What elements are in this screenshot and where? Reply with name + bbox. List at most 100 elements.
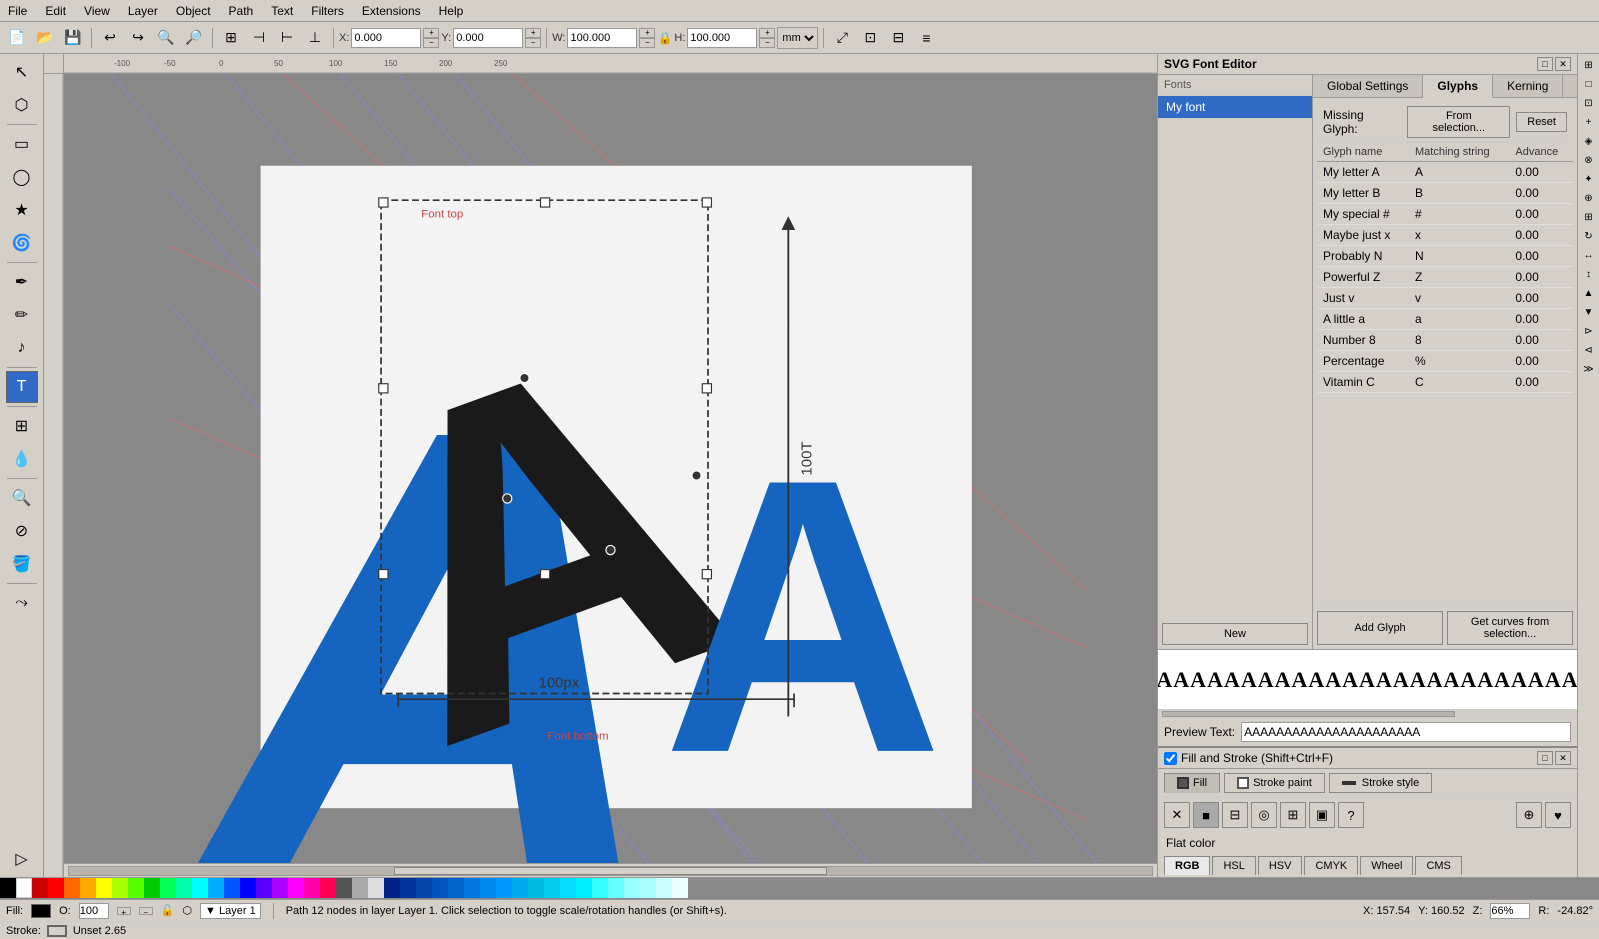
marker-btn1[interactable]: ⊕ [1516,802,1542,828]
raise-btn[interactable]: ▲ [1580,284,1598,302]
fs-stroke-paint-tab[interactable]: Stroke paint [1224,773,1325,793]
table-row[interactable]: Powerful Z Z 0.00 [1317,267,1573,288]
fs-checkbox[interactable] [1164,752,1177,765]
fs-close-btn[interactable]: ✕ [1555,751,1571,765]
preview-scrollbar[interactable] [1158,709,1577,717]
pen-tool[interactable]: ✒ [6,266,38,298]
canvas-svg[interactable]: A A A [64,74,1157,877]
cms-tab[interactable]: CMS [1415,856,1461,875]
radial-grad-btn[interactable]: ◎ [1251,802,1277,828]
layers-btn[interactable]: ≡ [913,25,939,51]
h-up[interactable]: + [759,28,775,38]
swatch-b12[interactable] [560,878,576,898]
table-row[interactable]: Probably N N 0.00 [1317,246,1573,267]
swatch-pink[interactable] [320,878,336,898]
snap-btn[interactable]: ⊞ [218,25,244,51]
pencil-tool[interactable]: ✏ [6,299,38,331]
swatch-b8[interactable] [496,878,512,898]
menu-extensions[interactable]: Extensions [354,2,429,20]
menu-file[interactable]: File [0,2,35,20]
snap-grid-btn[interactable]: + [1580,113,1598,131]
add-glyph-btn[interactable]: Add Glyph [1317,611,1443,645]
swatch-lightgray[interactable] [368,878,384,898]
menu-text[interactable]: Text [263,2,301,20]
swatch-b6[interactable] [464,878,480,898]
text-tool[interactable]: T [6,371,38,403]
snap-path-btn[interactable]: ⊗ [1580,151,1598,169]
w-input[interactable] [567,28,637,48]
scroll-track[interactable] [68,866,1153,876]
hsl-tab[interactable]: HSL [1212,856,1255,875]
swatch-b5[interactable] [448,878,464,898]
zoom-input[interactable] [1490,903,1530,919]
h-input[interactable] [687,28,757,48]
swatch-orange[interactable] [64,878,80,898]
get-curves-btn[interactable]: Get curves from selection... [1447,611,1573,645]
unknown-btn[interactable]: ? [1338,802,1364,828]
swatch-c4[interactable] [624,878,640,898]
star-tool[interactable]: ★ [6,194,38,226]
wheel-tab[interactable]: Wheel [1360,856,1413,875]
w-up[interactable]: + [639,28,655,38]
h-down[interactable]: − [759,38,775,48]
eraser-tool[interactable]: ⊘ [6,515,38,547]
lower-btn[interactable]: ▼ [1580,303,1598,321]
scroll-thumb[interactable] [394,867,827,875]
swatch-yellowgreen[interactable] [112,878,128,898]
hsv-tab[interactable]: HSV [1258,856,1303,875]
fe-new-font-btn[interactable]: New [1162,623,1308,645]
cmyk-tab[interactable]: CMYK [1304,856,1358,875]
swatch-yellow1[interactable] [80,878,96,898]
opacity-down[interactable]: − [139,907,153,915]
swatch-magenta1[interactable] [288,878,304,898]
table-row[interactable]: Percentage % 0.00 [1317,351,1573,372]
tab-glyphs[interactable]: Glyphs [1423,75,1493,98]
rotate-btn[interactable]: ↻ [1580,227,1598,245]
swatch-c7[interactable] [672,878,688,898]
swatch-white[interactable] [16,878,32,898]
font-item-myfont[interactable]: My font [1158,96,1312,118]
snap-center-btn[interactable]: ⊕ [1580,189,1598,207]
swatch-b10[interactable] [528,878,544,898]
rgb-tab[interactable]: RGB [1164,856,1210,875]
y-input[interactable] [453,28,523,48]
menu-help[interactable]: Help [431,2,472,20]
swatch-c6[interactable] [656,878,672,898]
align-btn[interactable]: ⊥ [302,25,328,51]
table-row[interactable]: A little a a 0.00 [1317,309,1573,330]
spiral-tool[interactable]: 🌀 [6,227,38,259]
swatch-blue1[interactable] [224,878,240,898]
zoom-in-btn[interactable]: 🔍 [153,25,179,51]
circle-tool[interactable]: ◯ [6,161,38,193]
xml-btn[interactable]: ⊟ [885,25,911,51]
swatch-purple1[interactable] [256,878,272,898]
from-selection-btn[interactable]: From selection... [1407,106,1510,138]
swatch-b7[interactable] [480,878,496,898]
fs-fill-tab[interactable]: Fill [1164,773,1220,793]
swatch-b4[interactable] [432,878,448,898]
menu-layer[interactable]: Layer [120,2,166,20]
swatch-gray2[interactable] [352,878,368,898]
menu-path[interactable]: Path [221,2,262,20]
flip-v-btn[interactable]: ↕ [1580,265,1598,283]
expand-tool[interactable]: ▷ [6,843,38,875]
unit-select[interactable]: mm px cm pt [777,27,818,49]
pattern-btn[interactable]: ⊞ [1280,802,1306,828]
swatch-teal1[interactable] [160,878,176,898]
table-row[interactable]: My letter A A 0.00 [1317,162,1573,183]
table-row[interactable]: Number 8 8 0.00 [1317,330,1573,351]
swatch-teal2[interactable] [176,878,192,898]
snap-midpoint-btn[interactable]: ⊞ [1580,208,1598,226]
zoom-tool[interactable]: 🔍 [6,482,38,514]
opacity-up[interactable]: + [117,907,131,915]
swatch-c1[interactable] [576,878,592,898]
menu-view[interactable]: View [76,2,118,20]
x-down[interactable]: − [423,38,439,48]
swatch-c3[interactable] [608,878,624,898]
reset-btn[interactable]: Reset [1516,112,1567,132]
swatch-btn[interactable]: ▣ [1309,802,1335,828]
no-paint-btn[interactable]: ✕ [1164,802,1190,828]
menu-object[interactable]: Object [168,2,219,20]
swatch-c2[interactable] [592,878,608,898]
swatch-b11[interactable] [544,878,560,898]
